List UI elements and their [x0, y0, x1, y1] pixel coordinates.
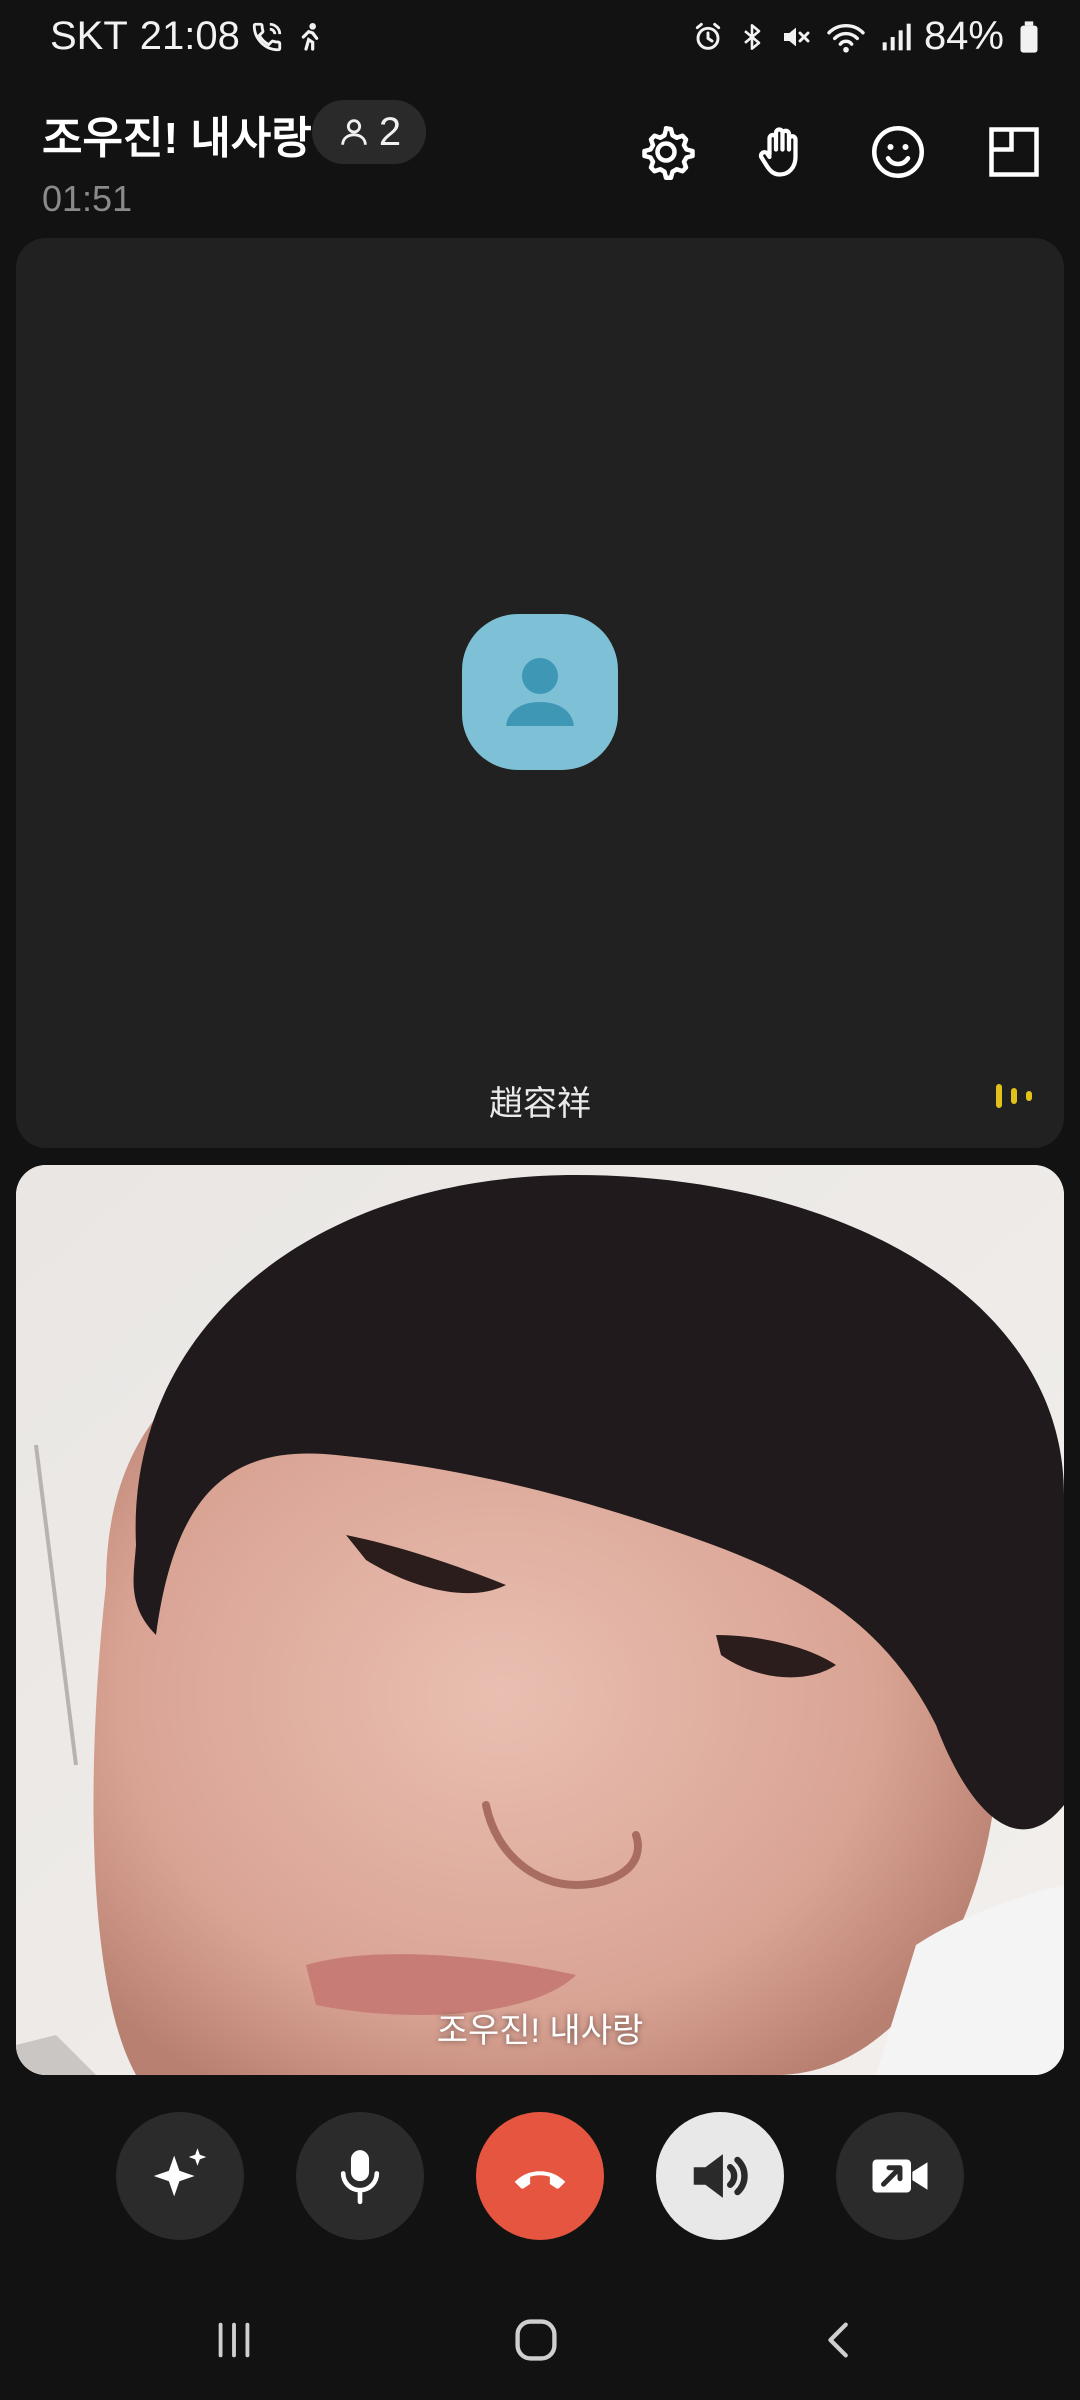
emoji-icon: [872, 126, 924, 178]
signal-icon: [882, 23, 911, 50]
end-call-icon: [514, 2171, 566, 2189]
person-avatar-icon: [506, 658, 574, 726]
settings-button[interactable]: [630, 116, 702, 188]
status-left: SKT 21:08: [50, 14, 326, 59]
mute-microphone-button[interactable]: [296, 2112, 424, 2240]
call-timer: 01:51: [42, 178, 133, 219]
effects-button[interactable]: [116, 2112, 244, 2240]
home-icon: [515, 2319, 557, 2361]
call-in-progress-icon: [252, 22, 282, 51]
wifi-icon: [827, 23, 865, 53]
microphone-icon: [340, 2150, 380, 2205]
gear-icon: [642, 126, 695, 180]
call-title: 조우진! 내사랑: [42, 114, 312, 163]
header-actions: [586, 116, 1050, 188]
back-icon: [828, 2322, 848, 2358]
mute-icon: [783, 27, 810, 46]
battery-percent: 84%: [923, 14, 1004, 58]
recent-apps-icon: [218, 2322, 250, 2358]
alarm-icon: [695, 22, 721, 50]
sparkle-effects-icon: [153, 2148, 207, 2197]
person-icon: [341, 119, 367, 145]
call-header: 조우진! 내사랑 2 01:51: [0, 90, 1080, 230]
self-video-feed: [16, 1165, 1064, 2075]
avatar: [462, 614, 618, 770]
status-bar: SKT 21:08 84%: [0, 0, 1080, 78]
participants-button[interactable]: 2: [312, 100, 426, 164]
recent-apps-button[interactable]: [194, 2300, 274, 2380]
activity-icon: [301, 22, 319, 51]
back-button[interactable]: [800, 2300, 880, 2380]
navigation-bar: [0, 2270, 1080, 2400]
bluetooth-icon: [744, 23, 761, 50]
speaker-icon: [693, 2154, 748, 2198]
carrier-label: SKT: [50, 14, 128, 58]
local-participant-name: 조우진! 내사랑: [436, 2012, 644, 2050]
video-off-icon: [872, 2159, 928, 2193]
home-button[interactable]: [496, 2300, 576, 2380]
speaker-button[interactable]: [656, 2112, 784, 2240]
speaking-indicator-icon: [996, 1084, 1032, 1108]
battery-icon: [1020, 20, 1038, 53]
clock: 21:08: [139, 14, 240, 58]
raise-hand-button[interactable]: [746, 116, 818, 188]
layout-button[interactable]: [978, 116, 1050, 188]
camera-toggle-button[interactable]: [836, 2112, 964, 2240]
remote-participant-tile[interactable]: 趙容祥: [16, 238, 1064, 1148]
local-video-tile[interactable]: 조우진! 내사랑: [16, 1165, 1064, 2075]
layout-icon: [989, 127, 1039, 177]
call-controls: [0, 2110, 1080, 2240]
raise-hand-icon: [758, 127, 798, 177]
participant-count: 2: [378, 109, 402, 154]
status-right: 84%: [678, 14, 1040, 59]
end-call-button[interactable]: [476, 2112, 604, 2240]
reactions-button[interactable]: [862, 116, 934, 188]
remote-participant-name: 趙容祥: [489, 1085, 591, 1123]
